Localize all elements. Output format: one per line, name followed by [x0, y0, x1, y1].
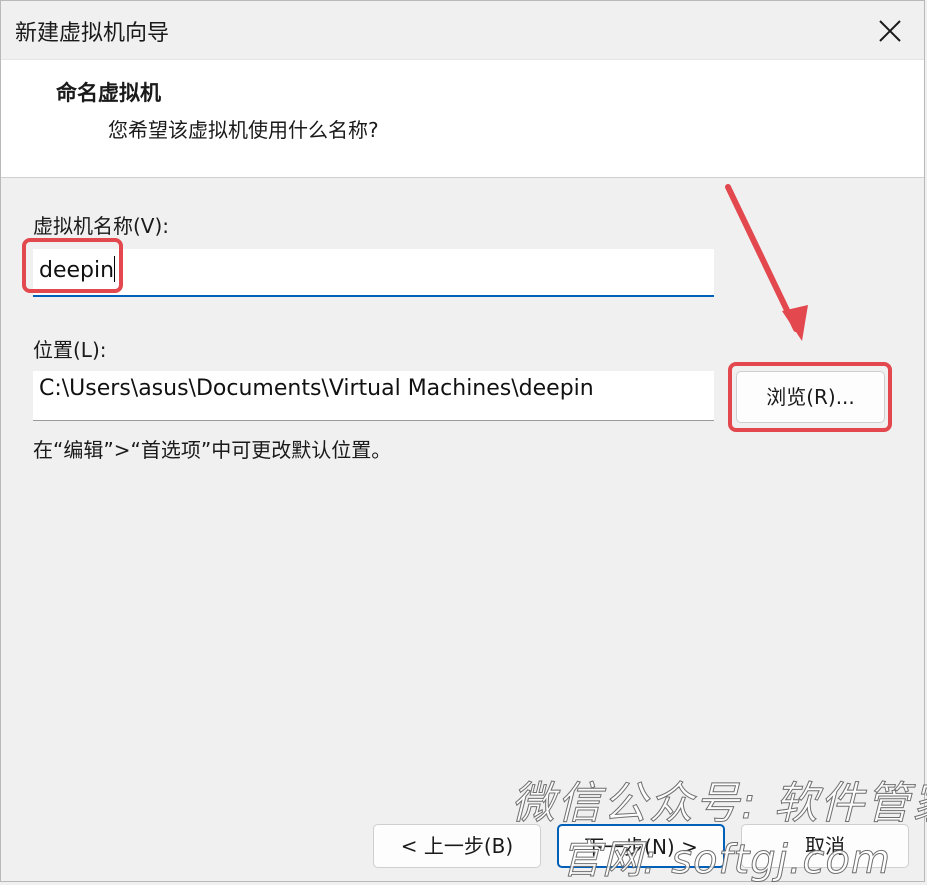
page-title: 命名虚拟机 — [56, 81, 161, 105]
vm-name-label: 虚拟机名称(V): — [33, 214, 170, 238]
location-value: C:\Users\asus\Documents\Virtual Machines… — [39, 376, 594, 401]
window-title: 新建虚拟机向导 — [15, 21, 170, 46]
arrow-icon — [725, 184, 808, 341]
text-cursor — [114, 256, 116, 282]
vm-name-input[interactable]: deepin — [33, 249, 714, 297]
location-label: 位置(L): — [33, 338, 107, 362]
wizard-header: 命名虚拟机 您希望该虚拟机使用什么名称? — [1, 59, 924, 178]
close-button[interactable] — [870, 11, 910, 51]
title-bar: 新建虚拟机向导 — [1, 1, 924, 59]
close-icon — [879, 20, 901, 42]
location-input[interactable]: C:\Users\asus\Documents\Virtual Machines… — [33, 371, 714, 421]
default-location-hint: 在“编辑”>“首选项”中可更改默认位置。 — [33, 438, 392, 462]
browse-button[interactable]: 浏览(R)... — [736, 371, 885, 423]
wizard-window: 新建虚拟机向导 命名虚拟机 您希望该虚拟机使用什么名称? 虚拟机名称(V): d… — [0, 0, 927, 884]
watermark-wechat: 微信公众号: 软件管家 — [511, 778, 927, 830]
watermark-site: 官网: softgj.com — [561, 837, 891, 884]
vm-name-value: deepin — [39, 258, 115, 283]
page-subtitle: 您希望该虚拟机使用什么名称? — [108, 118, 379, 142]
